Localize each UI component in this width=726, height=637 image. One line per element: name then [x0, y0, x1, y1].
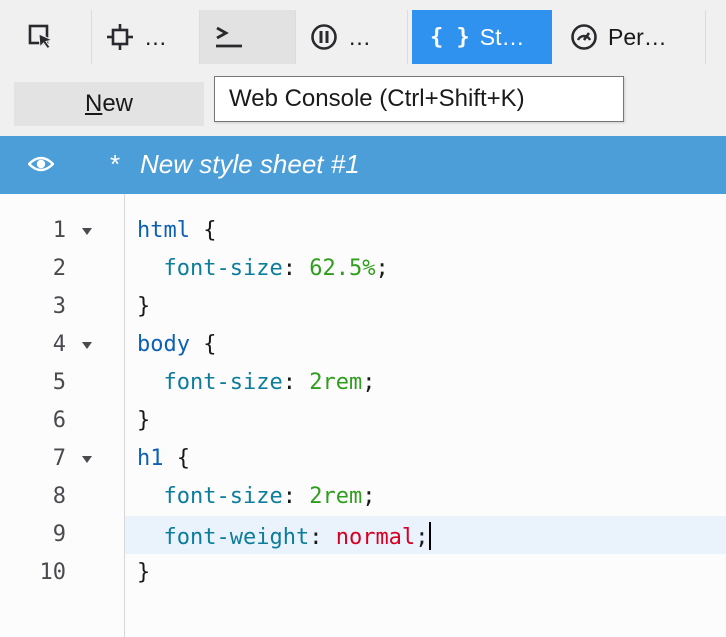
line-number: 4: [52, 332, 66, 357]
line-number: 8: [52, 484, 66, 509]
tab-inspector-label: …: [144, 23, 167, 50]
line-number: 10: [39, 560, 67, 585]
css-semicolon: ;: [362, 370, 376, 395]
css-brace: }: [137, 408, 151, 433]
devtools-toolbar: … … { } St… Per…: [0, 0, 726, 75]
new-button-accesskey: N: [84, 90, 103, 117]
css-semicolon: ;: [375, 256, 389, 281]
stylesheet-item[interactable]: * New style sheet #1: [0, 136, 726, 194]
tab-style-editor-label: St…: [479, 23, 525, 50]
css-selector: h1: [137, 446, 164, 471]
css-semicolon: ;: [362, 484, 376, 509]
code-line: 8 font-size: 2rem;: [0, 478, 726, 516]
console-icon: [214, 24, 244, 50]
code-editor[interactable]: 1 html { 2 font-size: 62.5%; 3 } 4 body …: [0, 194, 726, 637]
fold-arrow-icon[interactable]: [82, 342, 92, 349]
debugger-icon: [310, 23, 338, 51]
line-code[interactable]: }: [125, 554, 726, 592]
tab-console[interactable]: [200, 10, 296, 64]
line-number: 1: [52, 218, 66, 243]
line-number: 7: [52, 446, 66, 471]
css-selector: body: [137, 332, 190, 357]
css-value: normal: [335, 525, 416, 550]
line-code[interactable]: font-weight: normal;: [125, 516, 726, 554]
tab-inspector[interactable]: …: [92, 10, 200, 64]
css-semicolon: ;: [415, 525, 429, 550]
css-brace: }: [137, 560, 151, 585]
css-brace: {: [189, 332, 217, 357]
fold-arrow-icon[interactable]: [82, 228, 92, 235]
css-value: 2rem: [309, 484, 363, 509]
css-property: font-weight: [163, 525, 310, 550]
stylesheet-name: New style sheet #1: [140, 149, 360, 179]
css-colon: :: [282, 370, 310, 395]
inspector-icon: [106, 23, 134, 51]
line-code[interactable]: body {: [125, 326, 726, 364]
line-number: 2: [52, 256, 66, 281]
css-brace: }: [137, 294, 151, 319]
line-number: 5: [52, 370, 66, 395]
line-code[interactable]: }: [125, 288, 726, 326]
console-tooltip: Web Console (Ctrl+Shift+K): [214, 76, 624, 122]
code-line: 7 h1 {: [0, 440, 726, 478]
line-number: 9: [52, 522, 66, 547]
code-line-active: 9 font-weight: normal;: [0, 516, 726, 554]
css-colon: :: [309, 525, 336, 550]
css-selector: html: [137, 218, 190, 243]
css-colon: :: [282, 484, 310, 509]
style-editor-icon: { }: [430, 24, 470, 50]
line-number: 6: [52, 408, 66, 433]
code-line: 10 }: [0, 554, 726, 592]
tab-debugger-label: …: [348, 23, 371, 50]
line-number: 3: [52, 294, 66, 319]
css-property: font-size: [163, 484, 283, 509]
tab-style-editor[interactable]: { } St…: [412, 10, 552, 64]
line-code[interactable]: font-size: 2rem;: [125, 478, 726, 516]
new-button-label: ew: [102, 90, 134, 117]
css-value: 62.5%: [309, 256, 376, 281]
text-cursor: [429, 522, 432, 550]
code-line: 5 font-size: 2rem;: [0, 364, 726, 402]
tab-performance-label: Per…: [608, 23, 667, 50]
line-code[interactable]: html {: [125, 212, 726, 250]
line-code[interactable]: font-size: 62.5%;: [125, 250, 726, 288]
fold-arrow-icon[interactable]: [82, 456, 92, 463]
line-code[interactable]: }: [125, 402, 726, 440]
css-colon: :: [282, 256, 310, 281]
css-property: font-size: [163, 370, 283, 395]
css-brace: {: [163, 446, 190, 471]
css-brace: {: [189, 218, 217, 243]
line-code[interactable]: font-size: 2rem;: [125, 364, 726, 402]
eye-icon[interactable]: [27, 153, 55, 180]
code-line: 2 font-size: 62.5%;: [0, 250, 726, 288]
modified-marker: *: [110, 149, 121, 179]
code-line: 6 }: [0, 402, 726, 440]
performance-icon: [570, 23, 598, 51]
element-picker-icon: [28, 24, 54, 50]
code-line: 4 body {: [0, 326, 726, 364]
tab-performance[interactable]: Per…: [556, 10, 706, 64]
code-line: 1 html {: [0, 212, 726, 250]
code-line: 3 }: [0, 288, 726, 326]
css-property: font-size: [163, 256, 283, 281]
tab-element-picker[interactable]: [14, 10, 92, 64]
new-stylesheet-button[interactable]: New: [14, 82, 204, 126]
tab-debugger[interactable]: …: [296, 10, 408, 64]
css-value: 2rem: [309, 370, 363, 395]
line-code[interactable]: h1 {: [125, 440, 726, 478]
